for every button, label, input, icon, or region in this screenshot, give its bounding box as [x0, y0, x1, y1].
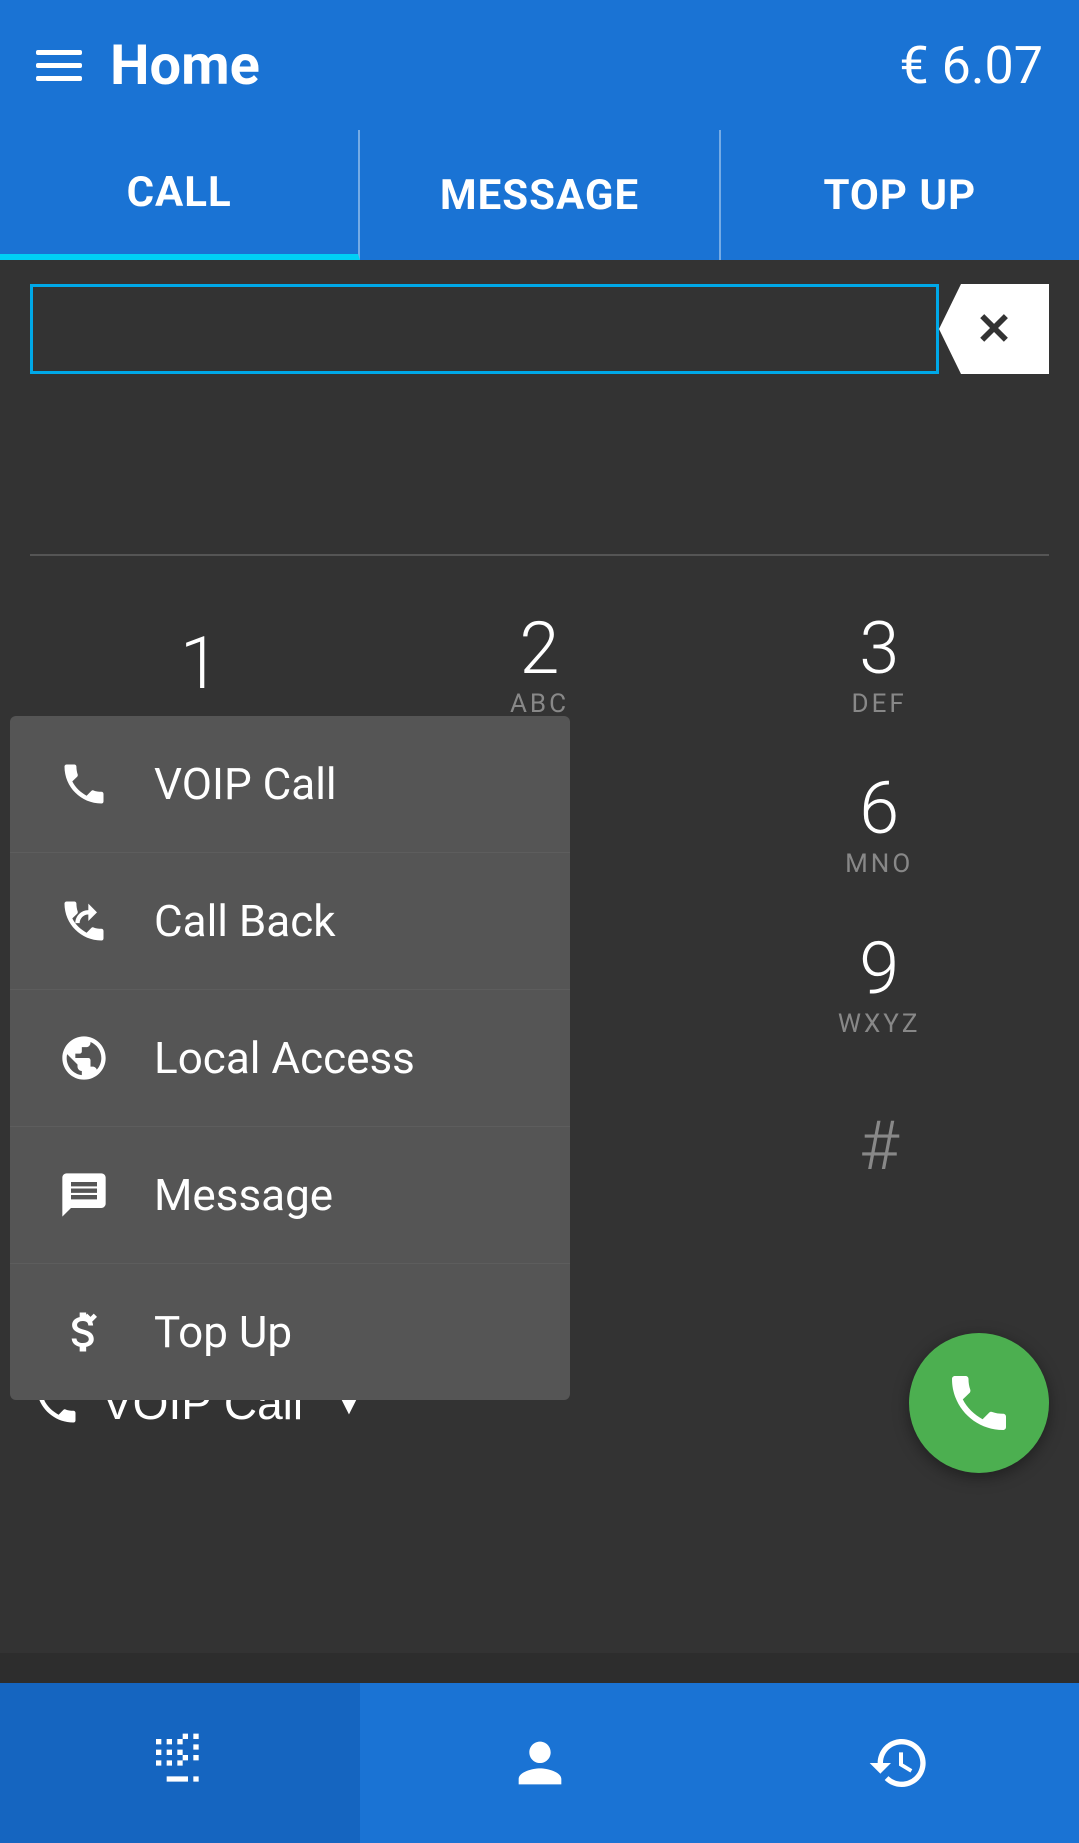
dropdown-item-call-back[interactable]: Call Back	[10, 853, 570, 990]
balance-display: € 6.07	[899, 35, 1043, 96]
globe-icon	[54, 1028, 114, 1088]
dropdown-item-message[interactable]: Message	[10, 1127, 570, 1264]
dial-key-6[interactable]: 6 MNO	[709, 746, 1049, 906]
tab-bar: CALL MESSAGE TOP UP	[0, 130, 1079, 260]
chat-icon	[54, 1165, 114, 1225]
app-title: Home	[110, 32, 260, 98]
menu-icon[interactable]	[36, 50, 82, 81]
bottom-nav	[0, 1683, 1079, 1843]
dialpad-section: ✕ 1 2 ABC 3 DEF 4 GHI	[0, 260, 1079, 1653]
backspace-icon: ✕	[976, 304, 1013, 355]
tab-call[interactable]: CALL	[0, 130, 360, 260]
dial-key-9[interactable]: 9 WXYZ	[709, 906, 1049, 1066]
dialpad-area: 1 2 ABC 3 DEF 4 GHI 5 JKL 6 MNO	[0, 556, 1079, 1256]
top-up-label: Top Up	[154, 1306, 292, 1358]
message-label: Message	[154, 1169, 333, 1221]
nav-dialpad[interactable]	[0, 1683, 360, 1843]
app-header: Home € 6.07	[0, 0, 1079, 130]
voip-call-label: VOIP Call	[154, 758, 337, 810]
empty-area	[0, 374, 1079, 554]
tab-topup[interactable]: TOP UP	[721, 130, 1079, 260]
phone-icon	[54, 754, 114, 814]
dropdown-item-voip-call[interactable]: VOIP Call	[10, 716, 570, 853]
dropdown-item-local-access[interactable]: Local Access	[10, 990, 570, 1127]
callback-icon	[54, 891, 114, 951]
tab-message[interactable]: MESSAGE	[360, 130, 720, 260]
call-back-label: Call Back	[154, 895, 336, 947]
nav-recents[interactable]	[719, 1683, 1079, 1843]
topup-icon	[54, 1302, 114, 1362]
input-row: ✕	[0, 260, 1079, 374]
dropdown-item-top-up[interactable]: Top Up	[10, 1264, 570, 1400]
call-button[interactable]	[909, 1333, 1049, 1473]
local-access-label: Local Access	[154, 1032, 415, 1084]
dial-key-3[interactable]: 3 DEF	[709, 586, 1049, 746]
call-options-dropdown: VOIP Call Call Back Local Access	[10, 716, 570, 1400]
backspace-button[interactable]: ✕	[939, 284, 1049, 374]
dial-key-hash[interactable]: #	[709, 1066, 1049, 1226]
nav-contacts[interactable]	[360, 1683, 720, 1843]
header-left: Home	[36, 32, 260, 98]
phone-input-box[interactable]	[30, 284, 939, 374]
